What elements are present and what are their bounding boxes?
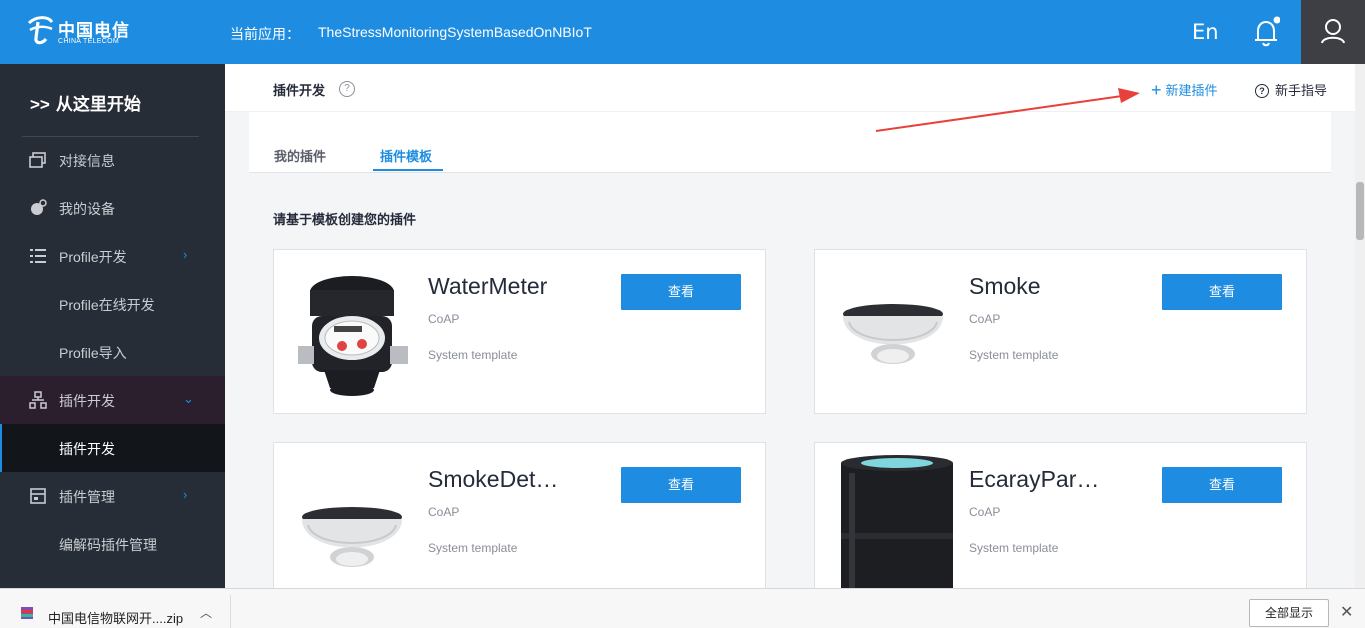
template-name: WaterMeter bbox=[428, 273, 548, 299]
water-meter-image bbox=[298, 276, 408, 396]
tab-my-plugins[interactable]: 我的插件 bbox=[274, 146, 326, 165]
download-bar: 中国电信物联网开....zip ︿ 全部显示 ✕ bbox=[0, 588, 1365, 628]
page-title: 插件开发 bbox=[273, 83, 326, 98]
tab-bar: 我的插件 插件模板 bbox=[249, 112, 1331, 173]
beginner-guide-label: 新手指导 bbox=[1275, 83, 1328, 98]
sidebar-item-label: Profile在线开发 bbox=[59, 297, 155, 313]
template-card-smoke: Smoke CoAP System template 查看 bbox=[814, 249, 1307, 414]
show-all-downloads-button[interactable]: 全部显示 bbox=[1249, 599, 1329, 627]
sidebar-item-label: 插件开发 bbox=[59, 393, 115, 409]
template-type: System template bbox=[969, 541, 1059, 555]
notification-bell-icon[interactable] bbox=[1252, 16, 1280, 48]
sidebar-item-label: Profile导入 bbox=[59, 345, 127, 361]
plus-icon: + bbox=[1151, 80, 1162, 100]
sidebar: >> 从这里开始 对接信息 我的设备 Profile开发 › Profile在线开… bbox=[0, 64, 225, 588]
template-card-watermeter: WaterMeter CoAP System template 查看 bbox=[273, 249, 766, 414]
view-button[interactable]: 查看 bbox=[1162, 467, 1282, 503]
zip-file-icon bbox=[21, 607, 33, 619]
sidebar-item-profile-online[interactable]: Profile在线开发 bbox=[0, 280, 225, 328]
smoke-detector-image bbox=[843, 304, 943, 364]
current-app-label: 当前应用： bbox=[230, 26, 300, 42]
section-title: 请基于模板创建您的插件 bbox=[273, 212, 417, 227]
close-icon[interactable]: ✕ bbox=[1340, 602, 1353, 622]
hierarchy-icon bbox=[29, 391, 47, 409]
sidebar-item-my-devices[interactable]: 我的设备 bbox=[0, 184, 225, 232]
download-bar-divider bbox=[230, 595, 231, 628]
chevron-up-icon[interactable]: ︿ bbox=[200, 604, 212, 621]
smoke-detector-image bbox=[302, 507, 402, 567]
sidebar-item-profile-dev[interactable]: Profile开发 › bbox=[0, 232, 225, 280]
sidebar-item-plugin-dev[interactable]: 插件开发 bbox=[0, 424, 225, 472]
logo-text-en: CHINA TELECOM bbox=[58, 38, 119, 45]
chevron-down-icon: ⌄ bbox=[183, 391, 194, 406]
template-protocol: CoAP bbox=[428, 505, 460, 519]
china-telecom-logo[interactable]: 中国电信 CHINA TELECOM bbox=[26, 14, 129, 50]
beginner-guide-button[interactable]: ? 新手指导 bbox=[1255, 80, 1327, 99]
main-content: 插件开发 ? + 新建插件 ? 新手指导 我的插件 插件模板 请基于模板创建您的插件… bbox=[225, 64, 1355, 588]
template-protocol: CoAP bbox=[969, 312, 1001, 326]
sidebar-item-plugin-manage[interactable]: 插件管理 › bbox=[0, 472, 225, 520]
current-app-name[interactable]: TheStressMonitoringSystemBasedOnNBIoT bbox=[318, 24, 592, 40]
start-here-label: 从这里开始 bbox=[55, 95, 141, 114]
sidebar-item-label: 对接信息 bbox=[59, 153, 115, 169]
template-card-ecaraypar: EcarayPar… CoAP System template 查看 bbox=[814, 442, 1307, 588]
download-file-name[interactable]: 中国电信物联网开....zip bbox=[48, 608, 183, 627]
sidebar-item-label: 编解码插件管理 bbox=[59, 537, 157, 553]
tab-plugin-templates[interactable]: 插件模板 bbox=[380, 146, 432, 165]
view-button[interactable]: 查看 bbox=[621, 274, 741, 310]
top-bar: 中国电信 CHINA TELECOM 当前应用： TheStressMonito… bbox=[0, 0, 1365, 64]
template-name: EcarayPar… bbox=[969, 466, 1100, 492]
sidebar-item-plugin-dev-group[interactable]: 插件开发 ⌄ bbox=[0, 376, 225, 424]
window-icon bbox=[29, 152, 46, 168]
new-plugin-button[interactable]: + 新建插件 bbox=[1151, 79, 1218, 100]
language-switch[interactable]: En bbox=[1192, 20, 1219, 44]
sidebar-item-label: 插件开发 bbox=[59, 441, 115, 457]
view-button[interactable]: 查看 bbox=[1162, 274, 1282, 310]
chevron-right-icon: › bbox=[183, 487, 188, 502]
sidebar-item-integration-info[interactable]: 对接信息 bbox=[0, 136, 225, 184]
sidebar-item-label: 我的设备 bbox=[59, 201, 115, 217]
sidebar-item-profile-import[interactable]: Profile导入 bbox=[0, 328, 225, 376]
sidebar-item-label: 插件管理 bbox=[59, 489, 115, 505]
view-button[interactable]: 查看 bbox=[621, 467, 741, 503]
page-header: 插件开发 ? + 新建插件 ? 新手指导 bbox=[225, 64, 1355, 112]
template-name: Smoke bbox=[969, 273, 1041, 299]
parking-sensor-image bbox=[841, 455, 953, 588]
template-protocol: CoAP bbox=[969, 505, 1001, 519]
sidebar-item-label: Profile开发 bbox=[59, 249, 127, 265]
template-type: System template bbox=[428, 348, 518, 362]
page-scrollbar[interactable] bbox=[1355, 64, 1365, 588]
list-icon bbox=[30, 249, 46, 263]
panel-icon bbox=[30, 488, 46, 504]
help-icon[interactable]: ? bbox=[339, 81, 355, 97]
sidebar-item-codec-plugin-manage[interactable]: 编解码插件管理 bbox=[0, 520, 225, 568]
active-tab-indicator bbox=[373, 169, 443, 171]
device-icon bbox=[31, 199, 47, 215]
user-menu[interactable] bbox=[1301, 0, 1365, 64]
template-protocol: CoAP bbox=[428, 312, 460, 326]
template-name: SmokeDet… bbox=[428, 466, 559, 492]
page-scrollbar-thumb[interactable] bbox=[1356, 182, 1364, 240]
user-icon bbox=[1321, 19, 1345, 44]
question-icon: ? bbox=[1255, 84, 1269, 98]
template-type: System template bbox=[428, 541, 518, 555]
template-card-smokedetector: SmokeDet… CoAP System template 查看 bbox=[273, 442, 766, 588]
china-telecom-logo-icon bbox=[27, 16, 54, 45]
template-type: System template bbox=[969, 348, 1059, 362]
double-chevron-icon: >> bbox=[30, 95, 50, 114]
new-plugin-label: 新建插件 bbox=[1165, 83, 1218, 98]
chevron-right-icon: › bbox=[183, 247, 188, 262]
start-here-link[interactable]: >> 从这里开始 bbox=[30, 90, 141, 115]
